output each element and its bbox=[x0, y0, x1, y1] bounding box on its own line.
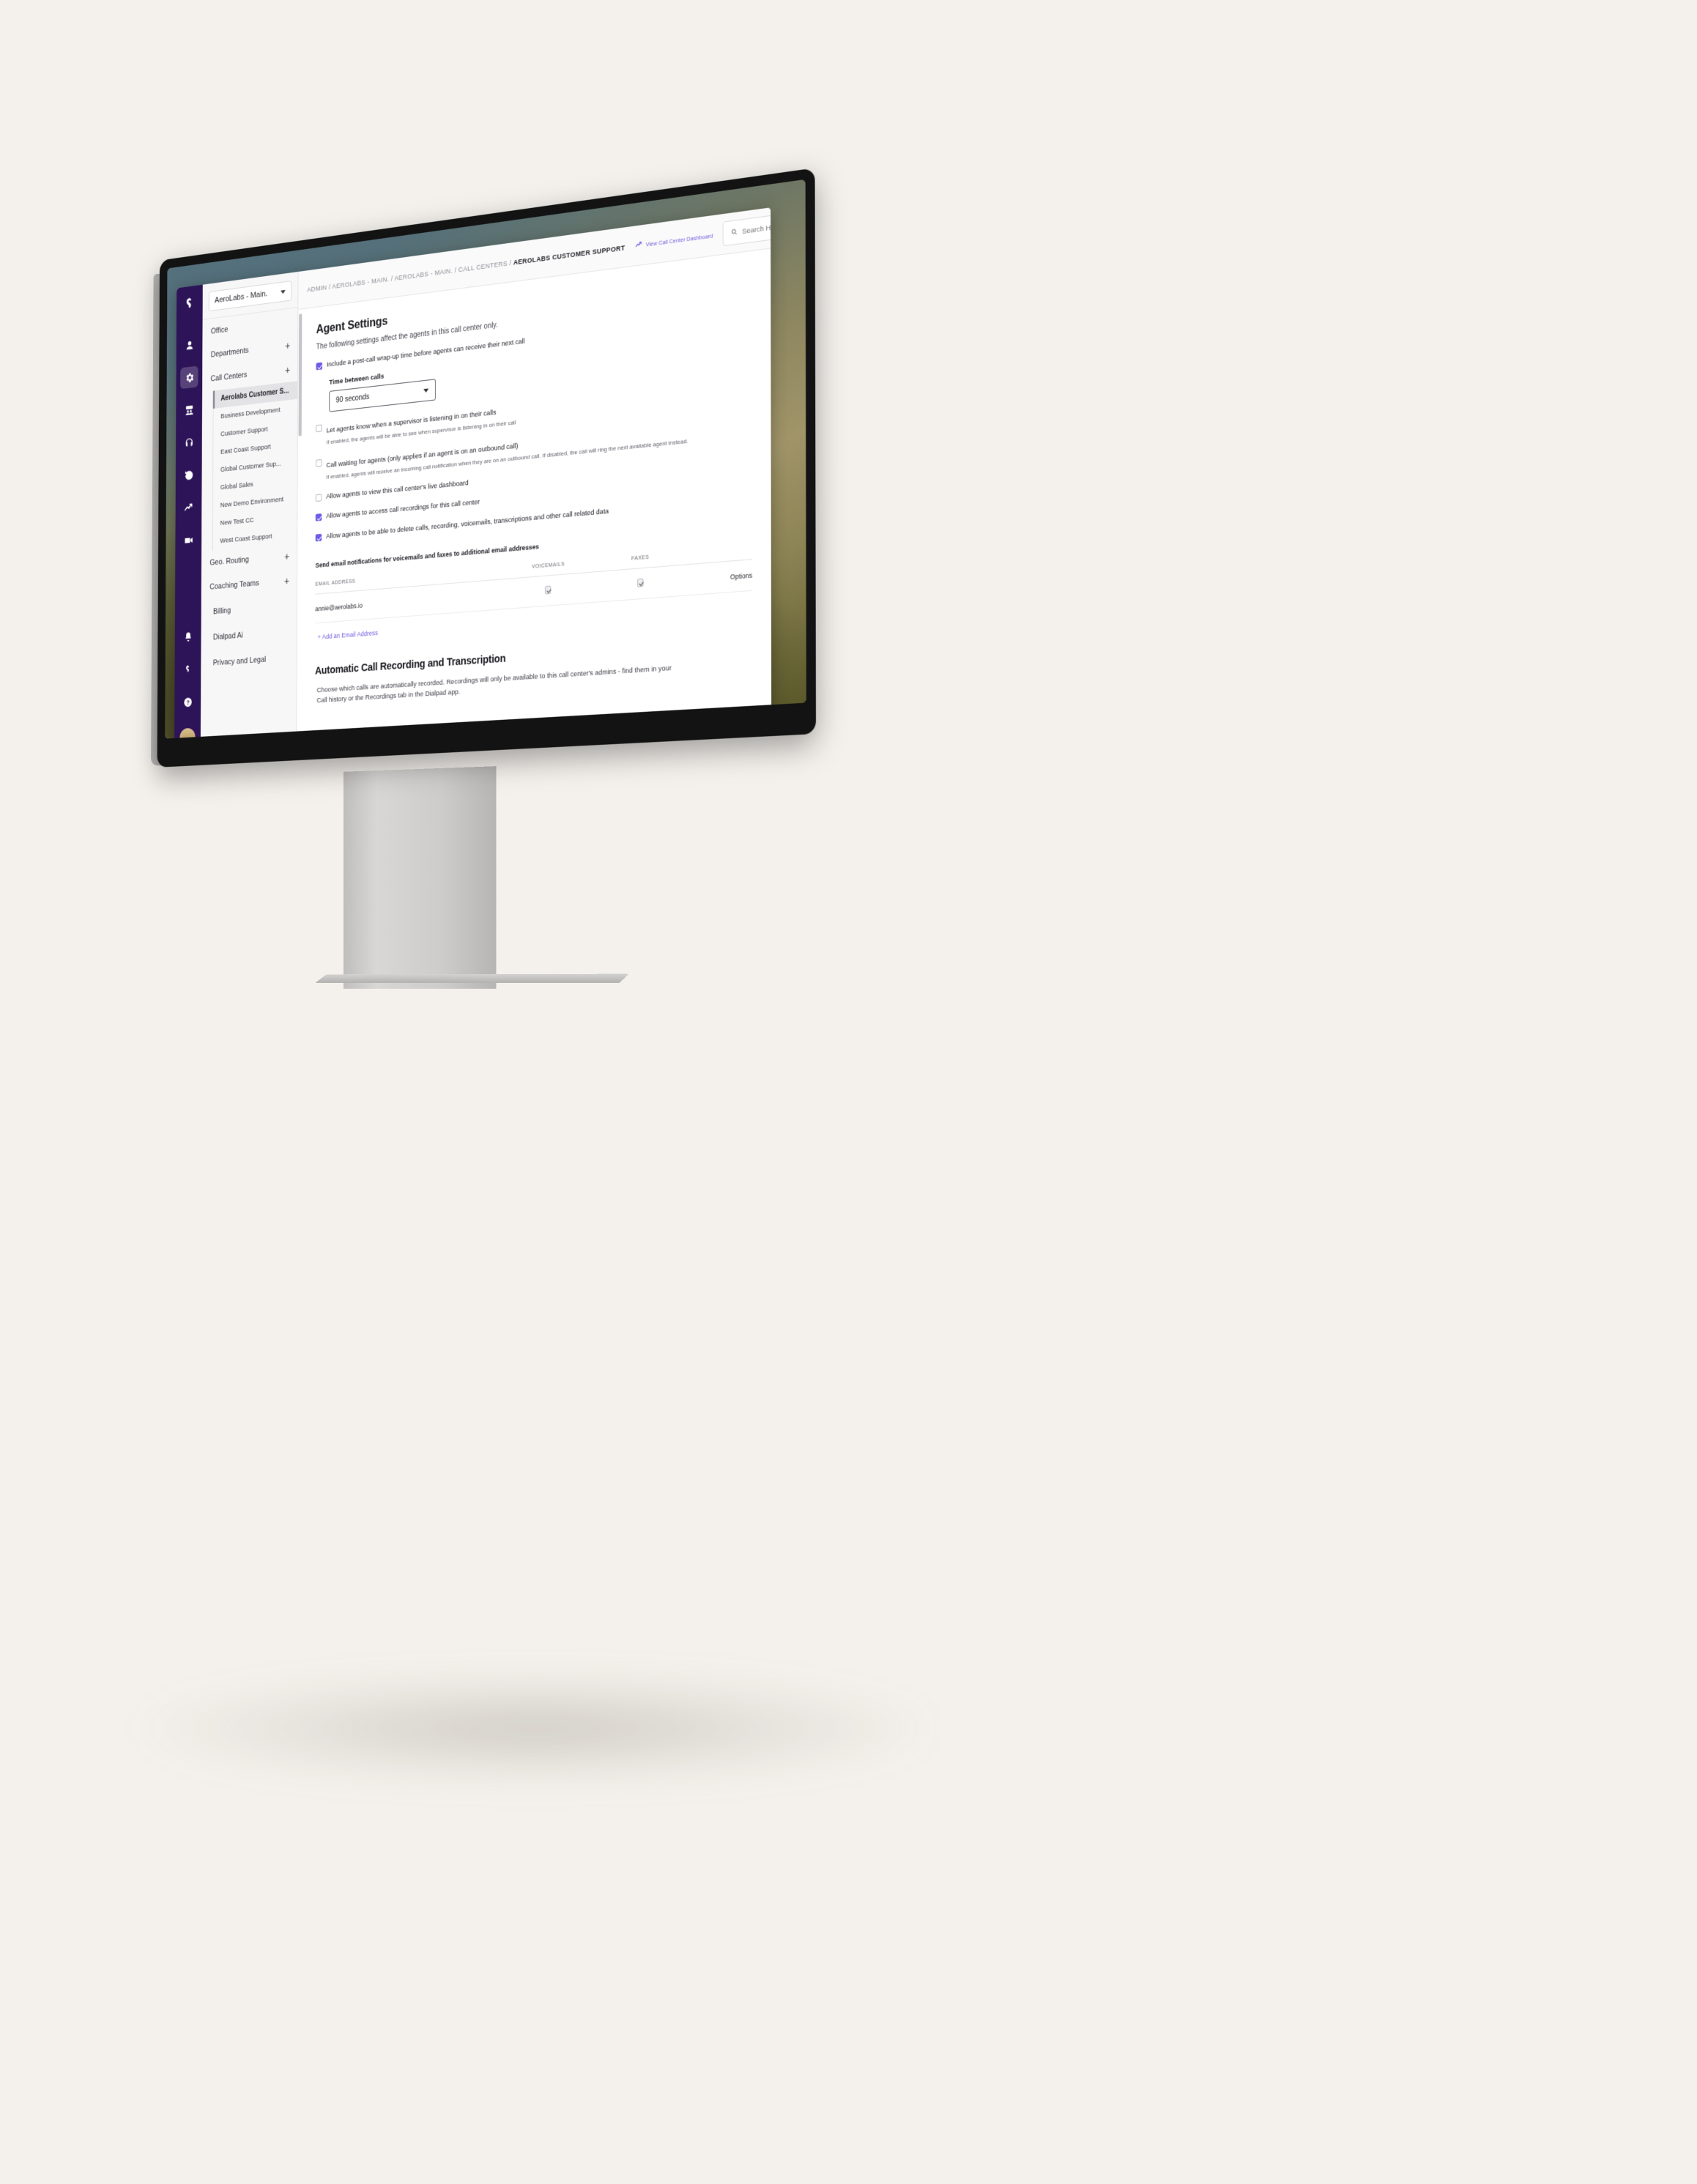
checkbox-voicemails[interactable] bbox=[545, 585, 552, 595]
monitor-screen: ? AeroLabs - Main. Office Departments + … bbox=[165, 179, 806, 739]
person-icon[interactable] bbox=[180, 333, 198, 357]
analytics-icon[interactable] bbox=[179, 496, 197, 519]
dialpad-admin-window: ? AeroLabs - Main. Office Departments + … bbox=[174, 207, 772, 739]
call-center-list: Aerolabs Customer S... Business Developm… bbox=[212, 381, 298, 551]
content-area: Agent Settings The following settings af… bbox=[297, 249, 771, 739]
chevron-down-icon bbox=[423, 388, 429, 393]
monitor-neck bbox=[344, 766, 497, 989]
breadcrumb-current: AEROLABS CUSTOMER SUPPORT bbox=[513, 242, 625, 267]
cell-voicemails bbox=[489, 571, 609, 611]
add-call-center-button[interactable]: + bbox=[285, 364, 290, 376]
view-call-center-dashboard-link[interactable]: View Call Center Dashboard bbox=[635, 231, 713, 251]
monitor: ? AeroLabs - Main. Office Departments + … bbox=[151, 168, 817, 768]
setting-access-recordings[interactable]: Allow agents to access call recordings f… bbox=[315, 473, 752, 524]
sidebar-group-label: Coaching Teams bbox=[209, 579, 259, 592]
setting-delete-call-data[interactable]: Allow agents to be able to delete calls,… bbox=[315, 494, 752, 543]
meetings-icon[interactable] bbox=[180, 398, 198, 422]
table-row: annie@aerolabs.io Options bbox=[315, 560, 753, 624]
workspace-selector[interactable]: AeroLabs - Main. bbox=[208, 280, 292, 312]
scene: ? AeroLabs - Main. Office Departments + … bbox=[0, 0, 1697, 2184]
add-coaching-team-button[interactable]: + bbox=[284, 575, 289, 587]
dialpad-logo-icon[interactable] bbox=[184, 296, 196, 311]
workspace-label: AeroLabs - Main. bbox=[214, 289, 268, 305]
dialpad-icon[interactable] bbox=[179, 658, 197, 680]
checkbox-supervisor-listening[interactable] bbox=[316, 424, 322, 433]
gear-icon[interactable] bbox=[180, 365, 198, 390]
column-actions bbox=[672, 545, 753, 566]
avatar[interactable] bbox=[179, 727, 196, 739]
headset-icon[interactable] bbox=[180, 431, 198, 454]
checkbox-access-recordings[interactable] bbox=[315, 513, 322, 522]
checkbox-call-waiting[interactable] bbox=[316, 458, 322, 467]
history-icon[interactable] bbox=[179, 464, 197, 486]
checkbox-post-call-wrapup[interactable] bbox=[316, 362, 323, 371]
help-center-search[interactable] bbox=[722, 207, 772, 247]
bell-icon[interactable] bbox=[179, 625, 197, 648]
add-department-button[interactable]: + bbox=[285, 340, 290, 352]
sidebar-item-label: Office bbox=[210, 325, 229, 336]
help-icon[interactable]: ? bbox=[179, 691, 197, 713]
checkbox-live-dashboard[interactable] bbox=[315, 493, 322, 502]
setting-label: Allow agents to access call recordings f… bbox=[326, 498, 480, 521]
options-link[interactable]: Options bbox=[672, 560, 753, 597]
checkbox-delete-call-data[interactable] bbox=[315, 534, 322, 542]
add-geo-routing-button[interactable]: + bbox=[284, 550, 289, 562]
search-input[interactable] bbox=[742, 215, 772, 236]
time-between-calls-value: 90 seconds bbox=[335, 393, 370, 405]
sidebar-scroll[interactable]: Office Departments + Call Centers + Aero… bbox=[201, 308, 298, 739]
trending-up-icon bbox=[635, 239, 642, 250]
sidebar-group-label: Call Centers bbox=[210, 370, 248, 384]
main-pane: ADMIN / AEROLABS - MAIN. / AEROLABS - MA… bbox=[297, 207, 772, 739]
settings-document: Agent Settings The following settings af… bbox=[301, 249, 771, 739]
dashboard-link-label: View Call Center Dashboard bbox=[645, 231, 713, 248]
column-faxes: FAXES bbox=[608, 551, 673, 571]
svg-text:?: ? bbox=[186, 698, 189, 705]
video-icon[interactable] bbox=[179, 529, 197, 551]
monitor-shadow bbox=[132, 1677, 937, 1780]
app-icon-rail: ? bbox=[174, 284, 203, 739]
recording-section-title: Automatic Call Recording and Transcripti… bbox=[315, 653, 506, 678]
monitor-base bbox=[315, 973, 629, 984]
column-voicemails: VOICEMAILS bbox=[489, 557, 609, 581]
cell-faxes bbox=[608, 565, 673, 602]
checkbox-faxes[interactable] bbox=[636, 579, 644, 588]
sidebar-group-label: Geo. Routing bbox=[209, 555, 249, 568]
sidebar-group-label: Departments bbox=[210, 346, 249, 360]
search-icon bbox=[731, 225, 738, 239]
monitor-bezel: ? AeroLabs - Main. Office Departments + … bbox=[157, 168, 817, 768]
table-header-row: EMAIL ADDRESS VOICEMAILS FAXES bbox=[315, 545, 753, 595]
admin-sidebar: AeroLabs - Main. Office Departments + Ca… bbox=[200, 271, 299, 739]
chevron-down-icon bbox=[281, 289, 286, 294]
setting-label: Allow agents to view this call center's … bbox=[326, 478, 469, 501]
